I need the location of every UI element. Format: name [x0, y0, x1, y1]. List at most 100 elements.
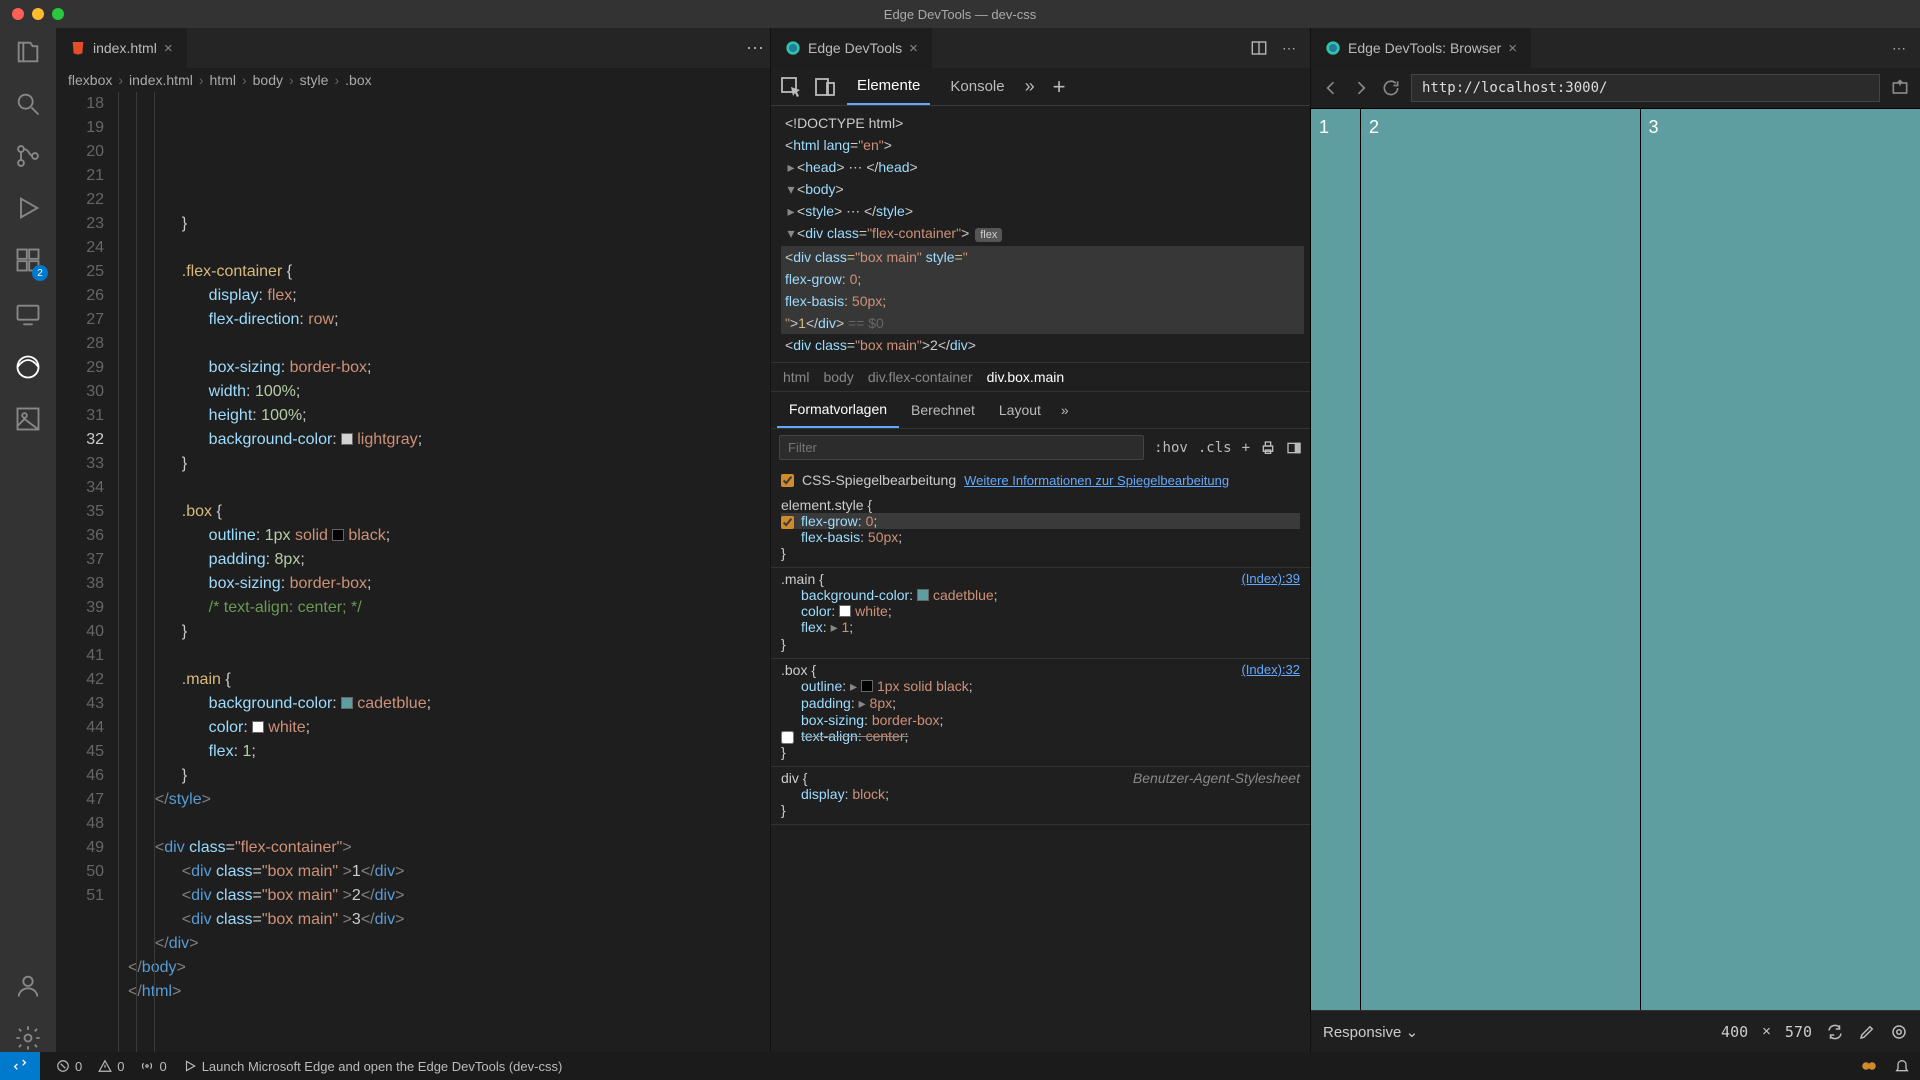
dom-node[interactable]: <div class="box main" style=": [781, 246, 1304, 268]
reload-icon[interactable]: [1381, 78, 1401, 98]
console-tab[interactable]: Konsole: [940, 68, 1014, 105]
breadcrumb-item[interactable]: body: [253, 72, 283, 88]
device-toolbar-icon[interactable]: [813, 75, 837, 99]
dom-breadcrumb[interactable]: html body div.flex-container div.box.main: [771, 362, 1310, 391]
print-icon[interactable]: [1260, 440, 1276, 456]
breadcrumb-item[interactable]: html: [210, 72, 236, 88]
computed-tab[interactable]: Berechnet: [899, 392, 987, 428]
close-window[interactable]: [12, 8, 24, 20]
new-style-rule-icon[interactable]: +: [1242, 440, 1250, 456]
settings-gear-icon[interactable]: [14, 1024, 42, 1052]
image-preview-icon[interactable]: [14, 405, 42, 433]
styles-tab[interactable]: Formatvorlagen: [777, 392, 899, 428]
css-rule[interactable]: .main {(Index):39background-color: cadet…: [771, 568, 1310, 659]
more-actions-icon[interactable]: ⋯: [1892, 40, 1906, 57]
dom-node[interactable]: <div class="box main">2</div>: [781, 334, 1304, 356]
extensions-icon[interactable]: 2: [14, 246, 42, 277]
dom-node[interactable]: flex-grow: 0;: [781, 268, 1304, 290]
rule-toggle[interactable]: [781, 516, 794, 529]
open-external-icon[interactable]: [1890, 78, 1910, 98]
responsive-select[interactable]: Responsive ⌄: [1323, 1023, 1418, 1041]
css-rule[interactable]: .box {(Index):32outline: ▸ 1px solid bla…: [771, 659, 1310, 767]
more-actions-icon[interactable]: ⋯: [1282, 40, 1296, 57]
css-mirror-link[interactable]: Weitere Informationen zur Spiegelbearbei…: [964, 473, 1229, 488]
search-icon[interactable]: [14, 90, 42, 118]
breadcrumbs[interactable]: flexbox›index.html›html›body›style›.box: [56, 68, 770, 92]
remote-explorer-icon[interactable]: [14, 301, 42, 329]
breadcrumb-item[interactable]: flexbox: [68, 72, 112, 88]
browser-viewport[interactable]: 123: [1311, 109, 1920, 1010]
css-mirror-checkbox[interactable]: [781, 474, 794, 487]
tab-index-html[interactable]: index.html ×: [56, 28, 187, 68]
url-bar[interactable]: http://localhost:3000/: [1411, 74, 1880, 102]
explorer-icon[interactable]: [14, 38, 42, 66]
dom-node[interactable]: flex-basis: 50px;: [781, 290, 1304, 312]
dom-breadcrumb-item[interactable]: div.flex-container: [868, 369, 973, 385]
remote-indicator[interactable]: [0, 1052, 40, 1080]
dom-node[interactable]: ▸<style> ⋯ </style>: [781, 200, 1304, 222]
target-icon[interactable]: [1890, 1023, 1908, 1041]
dom-breadcrumb-item[interactable]: html: [783, 369, 809, 385]
viewport-height[interactable]: 570: [1785, 1023, 1812, 1041]
bell-icon[interactable]: [1894, 1058, 1910, 1074]
close-icon[interactable]: ×: [909, 40, 918, 57]
launch-task[interactable]: Launch Microsoft Edge and open the Edge …: [183, 1059, 563, 1074]
minimize-window[interactable]: [32, 8, 44, 20]
edge-devtools-icon[interactable]: [14, 353, 42, 381]
problems-warnings[interactable]: 0: [98, 1059, 124, 1074]
run-debug-icon[interactable]: [14, 194, 42, 222]
zoom-window[interactable]: [52, 8, 64, 20]
rule-source-link[interactable]: (Index):39: [1241, 571, 1300, 586]
code-body[interactable]: } .flex-container { display: flex; flex-…: [118, 92, 770, 1052]
toggle-cls[interactable]: .cls: [1198, 440, 1232, 456]
tab-edge-browser[interactable]: Edge DevTools: Browser ×: [1311, 28, 1531, 68]
close-icon[interactable]: ×: [1508, 40, 1517, 57]
add-tab-icon[interactable]: +: [1053, 74, 1066, 100]
css-rule[interactable]: element.style {flex-grow: 0;flex-basis: …: [771, 494, 1310, 568]
dom-node[interactable]: <!DOCTYPE html>: [781, 112, 1304, 134]
rotate-icon[interactable]: [1826, 1023, 1844, 1041]
source-control-icon[interactable]: [14, 142, 42, 170]
dom-node[interactable]: ">1</div> == $0: [781, 312, 1304, 334]
close-dim-icon[interactable]: ×: [1762, 1023, 1771, 1040]
styles-filter-input[interactable]: [779, 435, 1144, 460]
dom-node[interactable]: <html lang="en">: [781, 134, 1304, 156]
inspect-element-icon[interactable]: [779, 75, 803, 99]
dom-node[interactable]: ▾<body>: [781, 178, 1304, 200]
problems-errors[interactable]: 0: [56, 1059, 82, 1074]
dom-node[interactable]: ▾<div class="flex-container">flex: [781, 222, 1304, 246]
breadcrumb-item[interactable]: style: [300, 72, 329, 88]
dom-node[interactable]: ▸<head> ⋯ </head>: [781, 156, 1304, 178]
breadcrumb-item[interactable]: index.html: [129, 72, 193, 88]
elements-tab[interactable]: Elemente: [847, 68, 930, 105]
editor-tabs: index.html × ⋯: [56, 28, 770, 68]
code-editor[interactable]: 1819202122232425262728293031323334353637…: [56, 92, 770, 1052]
more-styles-tabs-icon[interactable]: »: [1061, 402, 1069, 418]
viewport-width[interactable]: 400: [1721, 1023, 1748, 1041]
forward-icon[interactable]: [1351, 78, 1371, 98]
rule-toggle[interactable]: [781, 731, 794, 744]
more-tabs-icon[interactable]: »: [1025, 76, 1035, 97]
accounts-icon[interactable]: [14, 972, 42, 1000]
copilot-icon[interactable]: [1860, 1057, 1878, 1075]
css-rule[interactable]: div {Benutzer-Agent-Stylesheetdisplay: b…: [771, 767, 1310, 825]
editor-group-1: index.html × ⋯ flexbox›index.html›html›b…: [56, 28, 770, 1052]
dock-icon[interactable]: [1286, 440, 1302, 456]
port-forward[interactable]: 0: [140, 1059, 166, 1074]
close-icon[interactable]: ×: [164, 40, 173, 57]
edit-icon[interactable]: [1858, 1023, 1876, 1041]
toggle-hov[interactable]: :hov: [1154, 440, 1188, 456]
warning-icon: [98, 1059, 112, 1073]
split-editor-icon[interactable]: [1250, 39, 1268, 57]
dom-tree[interactable]: <!DOCTYPE html><html lang="en">▸<head> ⋯…: [771, 106, 1310, 362]
more-actions-icon[interactable]: ⋯: [746, 38, 764, 59]
tab-edge-devtools[interactable]: Edge DevTools ×: [771, 28, 932, 68]
dom-breadcrumb-item[interactable]: div.box.main: [987, 369, 1065, 385]
layout-tab[interactable]: Layout: [987, 392, 1053, 428]
style-rules[interactable]: element.style {flex-grow: 0;flex-basis: …: [771, 494, 1310, 1052]
back-icon[interactable]: [1321, 78, 1341, 98]
breadcrumb-item[interactable]: .box: [345, 72, 371, 88]
rule-source-link[interactable]: (Index):32: [1241, 662, 1300, 677]
dom-breadcrumb-item[interactable]: body: [823, 369, 853, 385]
browser-emulation-bar: Responsive ⌄ 400 × 570: [1311, 1010, 1920, 1052]
